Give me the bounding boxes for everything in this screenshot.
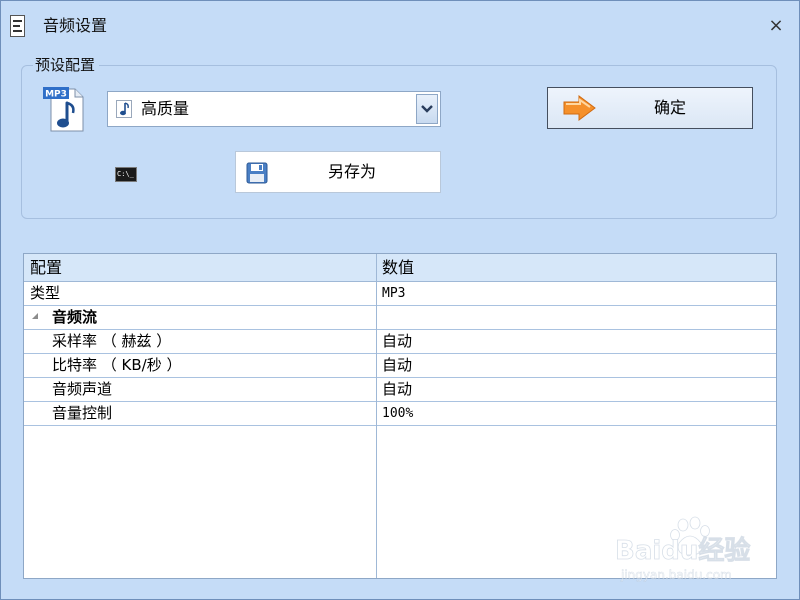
confirm-button[interactable]: 确定: [547, 87, 753, 129]
preset-select-value: 高质量: [141, 99, 190, 118]
save-as-button-label: 另存为: [327, 162, 376, 181]
grid-row-sample-rate[interactable]: 采样率 （ 赫兹 ） 自动: [24, 330, 776, 354]
watermark-url: jingyan.baidu.com: [620, 568, 732, 582]
mp3-file-icon: MP3: [43, 87, 84, 132]
row-label: 类型: [30, 284, 61, 302]
dropdown-button[interactable]: [416, 94, 438, 124]
close-icon: ×: [768, 15, 784, 36]
watermark-brand: Baidu经验: [615, 535, 750, 566]
music-score-icon: [10, 15, 25, 37]
row-value[interactable]: 自动: [382, 354, 412, 377]
row-value[interactable]: 自动: [382, 378, 412, 401]
save-as-button[interactable]: 另存为: [235, 151, 441, 193]
row-label: 音频声道: [52, 380, 113, 398]
music-note-icon: [116, 100, 132, 118]
grid-row-volume[interactable]: 音量控制 100%: [24, 402, 776, 426]
row-label: 采样率 （ 赫兹 ）: [52, 332, 172, 350]
preset-select[interactable]: 高质量: [107, 91, 441, 127]
row-value[interactable]: 100%: [382, 402, 413, 425]
category-label: 音频流: [52, 308, 98, 326]
grid-row-type[interactable]: 类型 MP3: [24, 282, 776, 306]
expand-triangle-icon[interactable]: [32, 313, 38, 319]
column-divider[interactable]: [376, 254, 377, 578]
console-icon: C:\_: [115, 167, 137, 182]
chevron-down-icon: [421, 105, 433, 113]
row-value[interactable]: 自动: [382, 330, 412, 353]
column-header-config: 配置: [30, 258, 63, 277]
close-button[interactable]: ×: [763, 13, 789, 39]
audio-settings-window: 音频设置 × 预设配置 MP3 高质量 确定 C:\_ 另存为 配置 数值 类型…: [0, 0, 800, 600]
row-value[interactable]: MP3: [382, 282, 405, 305]
grid-row-bit-rate[interactable]: 比特率 （ KB/秒 ） 自动: [24, 354, 776, 378]
grid-header: 配置 数值: [24, 254, 776, 282]
window-title: 音频设置: [43, 16, 108, 35]
mp3-icon-text: MP3: [45, 90, 67, 100]
grid-row-channels[interactable]: 音频声道 自动: [24, 378, 776, 402]
baidu-jingyan-watermark: Baidu经验 jingyan.baidu.com: [615, 516, 751, 582]
row-label: 音量控制: [52, 404, 113, 422]
column-header-value: 数值: [382, 258, 415, 277]
row-label: 比特率 （ KB/秒 ）: [52, 356, 182, 374]
preset-group-label: 预设配置: [33, 55, 100, 75]
title-bar: 音频设置 ×: [1, 1, 799, 51]
confirm-button-label: 确定: [653, 98, 686, 117]
grid-category-audio-stream[interactable]: 音频流: [24, 306, 776, 330]
